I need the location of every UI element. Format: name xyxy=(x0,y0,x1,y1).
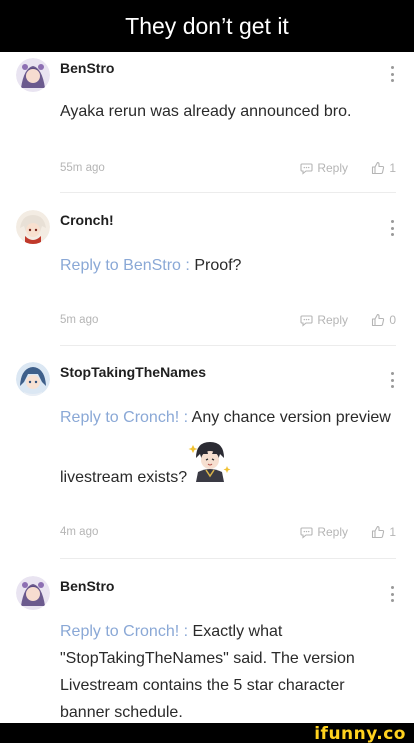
comment-meta: 5m ago Reply 0 xyxy=(60,312,396,330)
thumbs-up-icon xyxy=(372,161,385,175)
thumbs-up-icon xyxy=(372,313,385,327)
watermark-bar: ifunny.co xyxy=(0,723,414,743)
reply-button[interactable]: Reply xyxy=(300,161,348,175)
reply-text-line-2: "StopTakingTheNames" said. The version xyxy=(60,650,355,667)
like-button[interactable]: 0 xyxy=(371,313,396,327)
meme-title: They don’t get it xyxy=(0,0,414,52)
avatar[interactable] xyxy=(16,210,50,244)
username[interactable]: Cronch! xyxy=(60,212,114,228)
like-count: 0 xyxy=(389,313,396,327)
username[interactable]: StopTakingTheNames xyxy=(60,364,206,380)
reply-separator: : xyxy=(183,623,189,640)
comment-3: StopTakingTheNames Reply to Cronch! : An… xyxy=(0,356,414,559)
more-vertical-icon[interactable] xyxy=(390,372,394,388)
reply-text-line-1: Exactly what xyxy=(192,623,283,640)
comment-text: Ayaka rerun was already announced bro. xyxy=(60,103,352,120)
thumbs-up-icon xyxy=(372,525,385,539)
comment-1: BenStro Ayaka rerun was already announce… xyxy=(0,52,414,193)
timestamp: 4m ago xyxy=(60,526,99,538)
like-count: 1 xyxy=(389,525,396,539)
ifunny-logo: ifunny.co xyxy=(314,724,406,743)
reply-line-1: Reply to Cronch! : Exactly what xyxy=(60,618,396,645)
more-vertical-icon[interactable] xyxy=(390,220,394,236)
like-count: 1 xyxy=(389,161,396,175)
timestamp: 55m ago xyxy=(60,162,105,174)
avatar[interactable] xyxy=(16,58,50,92)
comment-2: Cronch! Reply to BenStro : Proof? 5m ago… xyxy=(0,204,414,346)
reply-text-line-3: Livestream contains the 5 star character xyxy=(60,677,345,694)
sticker-image xyxy=(186,436,234,484)
comment-4: BenStro Reply to Cronch! : Exactly what … xyxy=(0,570,414,723)
reply-to-link[interactable]: Reply to Cronch! xyxy=(60,623,179,640)
reply-bubble-icon xyxy=(300,162,313,175)
divider xyxy=(60,345,396,346)
reply-text-line-1: Any chance version preview xyxy=(191,409,391,426)
comment-text: Reply to Cronch! : Any chance version pr… xyxy=(60,404,396,431)
reply-label: Reply xyxy=(317,161,348,175)
divider xyxy=(60,192,396,193)
divider xyxy=(60,558,396,559)
more-vertical-icon[interactable] xyxy=(390,66,394,82)
reply-to-link[interactable]: Reply to Cronch! xyxy=(60,409,179,426)
like-button[interactable]: 1 xyxy=(371,161,396,175)
reply-text-line-4: banner schedule. xyxy=(60,704,183,721)
timestamp: 5m ago xyxy=(60,314,99,326)
reply-bubble-icon xyxy=(300,314,313,327)
reply-separator: : xyxy=(185,257,190,274)
avatar[interactable] xyxy=(16,362,50,396)
reply-separator: : xyxy=(183,409,189,426)
reply-to-link[interactable]: Reply to BenStro xyxy=(60,257,181,274)
comment-text: Reply to BenStro : Proof? xyxy=(60,252,396,279)
reply-button[interactable]: Reply xyxy=(300,525,348,539)
reply-text-line-2: livestream exists? xyxy=(60,469,188,486)
avatar[interactable] xyxy=(16,576,50,610)
reply-label: Reply xyxy=(317,313,348,327)
reply-text: Proof? xyxy=(194,257,242,274)
comment-meta: 4m ago Reply 1 xyxy=(60,524,396,542)
like-button[interactable]: 1 xyxy=(371,525,396,539)
more-vertical-icon[interactable] xyxy=(390,586,394,602)
username[interactable]: BenStro xyxy=(60,60,114,76)
username[interactable]: BenStro xyxy=(60,578,114,594)
comment-text: Reply to Cronch! : Exactly what "StopTak… xyxy=(60,618,396,726)
reply-label: Reply xyxy=(317,525,348,539)
comment-meta: 55m ago Reply 1 xyxy=(60,160,396,178)
reply-bubble-icon xyxy=(300,526,313,539)
reply-button[interactable]: Reply xyxy=(300,313,348,327)
